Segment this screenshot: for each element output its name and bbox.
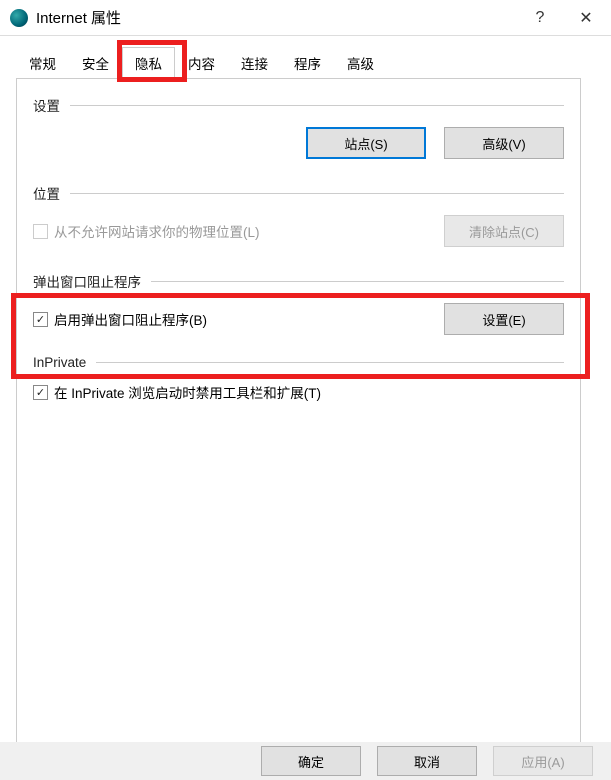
location-title: 位置 bbox=[33, 183, 60, 203]
tab-content[interactable]: 内容 bbox=[175, 47, 228, 79]
location-checkbox-row[interactable]: 从不允许网站请求你的物理位置(L) bbox=[33, 221, 260, 241]
inprivate-group: InPrivate ✓ 在 InPrivate 浏览启动时禁用工具栏和扩展(T) bbox=[33, 355, 564, 402]
ok-button[interactable]: 确定 bbox=[261, 746, 361, 776]
tab-strip: 常规 安全 隐私 内容 连接 程序 高级 bbox=[16, 46, 581, 79]
cancel-button[interactable]: 取消 bbox=[377, 746, 477, 776]
advanced-button[interactable]: 高级(V) bbox=[444, 127, 564, 159]
popup-title: 弹出窗口阻止程序 bbox=[33, 271, 141, 291]
clear-sites-button: 清除站点(C) bbox=[444, 215, 564, 247]
window-title: Internet 属性 bbox=[36, 7, 517, 28]
dialog-footer: 确定 取消 应用(A) bbox=[0, 742, 611, 780]
divider bbox=[151, 281, 564, 282]
internet-icon bbox=[10, 9, 28, 27]
popup-checkbox-label: 启用弹出窗口阻止程序(B) bbox=[54, 309, 207, 329]
tab-programs[interactable]: 程序 bbox=[281, 47, 334, 79]
titlebar: Internet 属性 ? ✕ bbox=[0, 0, 611, 36]
tab-advanced[interactable]: 高级 bbox=[334, 47, 387, 79]
inprivate-checkbox[interactable]: ✓ bbox=[33, 385, 48, 400]
divider bbox=[96, 362, 564, 363]
close-button[interactable]: ✕ bbox=[563, 0, 609, 36]
popup-checkbox[interactable]: ✓ bbox=[33, 312, 48, 327]
dialog-body: 常规 安全 隐私 内容 连接 程序 高级 设置 站点(S) 高级(V) 位置 bbox=[0, 36, 611, 742]
settings-title: 设置 bbox=[33, 95, 60, 115]
inprivate-title: InPrivate bbox=[33, 355, 86, 370]
tab-privacy[interactable]: 隐私 bbox=[122, 47, 175, 79]
divider bbox=[70, 105, 564, 106]
popup-settings-button[interactable]: 设置(E) bbox=[444, 303, 564, 335]
popup-checkbox-row[interactable]: ✓ 启用弹出窗口阻止程序(B) bbox=[33, 309, 207, 329]
location-group: 位置 从不允许网站请求你的物理位置(L) 清除站点(C) bbox=[33, 183, 564, 247]
tab-general[interactable]: 常规 bbox=[16, 47, 69, 79]
privacy-panel: 设置 站点(S) 高级(V) 位置 从不允许网站请求你的物理位置(L) 清除站点… bbox=[16, 79, 581, 745]
inprivate-checkbox-label: 在 InPrivate 浏览启动时禁用工具栏和扩展(T) bbox=[54, 382, 321, 402]
divider bbox=[70, 193, 564, 194]
tab-connections[interactable]: 连接 bbox=[228, 47, 281, 79]
sites-button[interactable]: 站点(S) bbox=[306, 127, 426, 159]
location-checkbox[interactable] bbox=[33, 224, 48, 239]
tab-security[interactable]: 安全 bbox=[69, 47, 122, 79]
location-checkbox-label: 从不允许网站请求你的物理位置(L) bbox=[54, 221, 260, 241]
apply-button: 应用(A) bbox=[493, 746, 593, 776]
help-button[interactable]: ? bbox=[517, 0, 563, 36]
popup-group: 弹出窗口阻止程序 ✓ 启用弹出窗口阻止程序(B) 设置(E) bbox=[33, 271, 564, 335]
settings-group: 设置 站点(S) 高级(V) bbox=[33, 95, 564, 159]
inprivate-checkbox-row[interactable]: ✓ 在 InPrivate 浏览启动时禁用工具栏和扩展(T) bbox=[33, 382, 564, 402]
